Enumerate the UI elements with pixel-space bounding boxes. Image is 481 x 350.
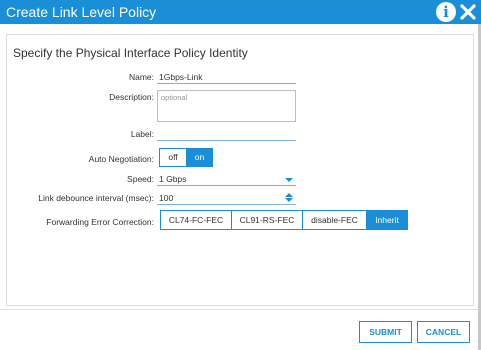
- submit-button[interactable]: SUBMIT: [359, 321, 412, 343]
- cancel-button[interactable]: CANCEL: [417, 321, 470, 343]
- speed-select[interactable]: 1 Gbps: [157, 173, 296, 186]
- description-label: Description:: [109, 92, 154, 102]
- debounce-value: 100: [159, 193, 174, 203]
- debounce-label: Link debounce interval (msec):: [38, 193, 154, 203]
- label-field-label: Label:: [130, 129, 154, 139]
- dialog-title: Create Link Level Policy: [6, 4, 157, 20]
- fec-disable-button[interactable]: disable-FEC: [302, 210, 367, 230]
- stepper-up-icon[interactable]: [285, 193, 293, 197]
- footer-divider: [0, 309, 481, 310]
- fec-cl74-button[interactable]: CL74-FC-FEC: [160, 210, 232, 230]
- fec-cl91-button[interactable]: CL91-RS-FEC: [231, 210, 303, 230]
- chevron-down-icon: [285, 178, 293, 182]
- fec-label: Forwarding Error Correction:: [46, 217, 154, 227]
- label-input[interactable]: [157, 128, 296, 141]
- fec-inherit-button[interactable]: Inherit: [366, 210, 408, 230]
- info-icon[interactable]: i: [436, 2, 456, 22]
- auto-negotiation-off-button[interactable]: off: [159, 148, 187, 167]
- speed-label: Speed:: [127, 174, 154, 184]
- name-input[interactable]: 1Gbps-Link: [157, 71, 296, 84]
- dialog-title-bar: Create Link Level Policy i: [0, 0, 481, 24]
- section-heading: Specify the Physical Interface Policy Id…: [13, 46, 248, 60]
- auto-negotiation-on-button[interactable]: on: [186, 148, 213, 167]
- debounce-stepper[interactable]: 100: [157, 192, 296, 205]
- stepper-down-icon[interactable]: [285, 198, 293, 202]
- speed-value: 1 Gbps: [159, 174, 187, 184]
- description-textarea[interactable]: optional: [157, 90, 296, 122]
- name-label: Name:: [128, 72, 154, 82]
- close-icon[interactable]: [458, 2, 478, 22]
- auto-negotiation-label: Auto Negotiation:: [88, 154, 154, 164]
